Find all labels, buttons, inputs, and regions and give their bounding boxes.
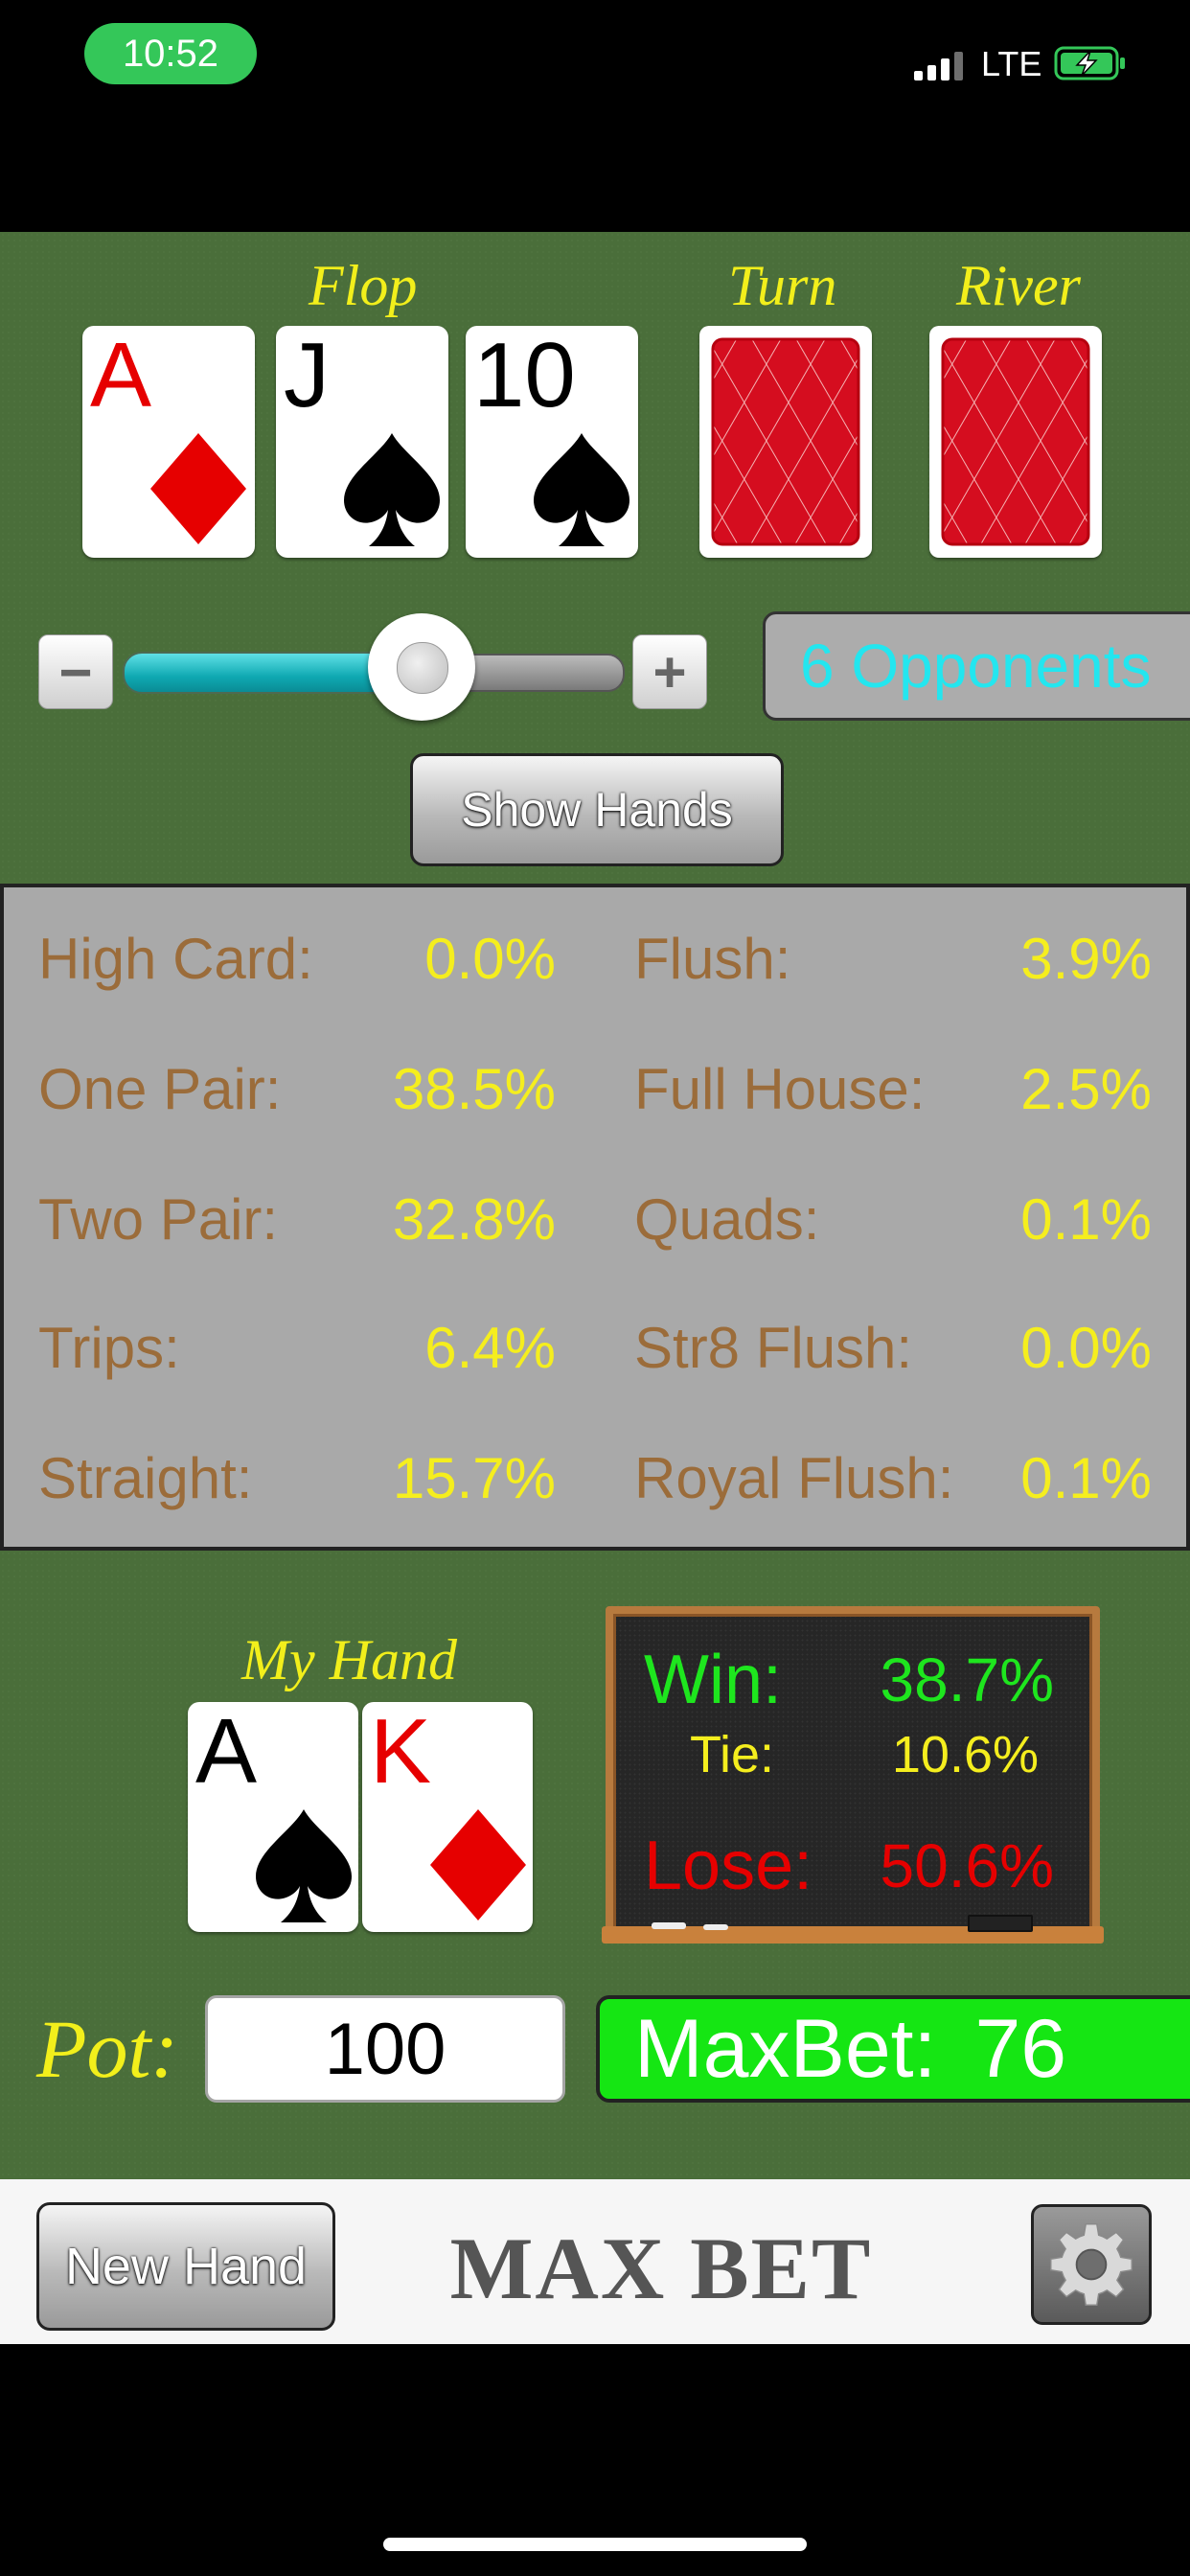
gear-icon [1050, 2223, 1133, 2306]
win-value: 38.7% [880, 1645, 1054, 1714]
my-card-2[interactable]: K [362, 1702, 533, 1932]
diamond-suit-icon [150, 433, 246, 544]
stat-label-straight-flush: Str8 Flush: [634, 1316, 913, 1380]
stat-value-high-card: 0.0% [424, 927, 556, 991]
maxbet-label: MaxBet: [634, 2002, 937, 2095]
stat-label-royal-flush: Royal Flush: [634, 1446, 954, 1510]
stat-value-royal-flush: 0.1% [1020, 1446, 1152, 1510]
stat-value-two-pair: 32.8% [392, 1187, 556, 1252]
stat-label-full-house: Full House: [634, 1057, 926, 1121]
stat-value-flush: 3.9% [1020, 927, 1152, 991]
show-hands-button[interactable]: Show Hands [410, 753, 784, 866]
opponents-slider-thumb[interactable] [368, 613, 475, 721]
diamond-suit-icon [430, 1809, 526, 1920]
stat-label-trips: Trips: [38, 1316, 180, 1380]
stat-value-full-house: 2.5% [1020, 1057, 1152, 1121]
card-rank: K [370, 1700, 432, 1803]
spade-suit-icon [534, 433, 629, 546]
home-indicator[interactable] [383, 2538, 807, 2551]
flop-card-1[interactable]: A [82, 326, 255, 558]
tie-label: Tie: [690, 1726, 775, 1783]
my-card-1[interactable]: A [188, 1702, 358, 1932]
settings-button[interactable] [1031, 2204, 1152, 2325]
lose-value: 50.6% [880, 1831, 1054, 1900]
stat-value-one-pair: 38.5% [392, 1057, 556, 1121]
pot-label: Pot: [36, 2003, 179, 2095]
stat-value-trips: 6.4% [424, 1316, 556, 1380]
tie-value: 10.6% [891, 1726, 1039, 1783]
card-back-pattern-icon [711, 337, 860, 546]
stat-value-quads: 0.1% [1020, 1187, 1152, 1252]
spade-suit-icon [256, 1809, 352, 1922]
flop-label: Flop [309, 254, 418, 317]
opponents-count-display: 6 Opponents [763, 611, 1190, 721]
flop-card-2[interactable]: J [276, 326, 448, 558]
spade-suit-icon [344, 433, 440, 546]
status-time: 10:52 [84, 23, 257, 84]
river-label: River [956, 254, 1081, 317]
new-hand-button[interactable]: New Hand [36, 2202, 335, 2331]
maxbet-value: 76 [974, 2002, 1067, 2095]
stat-label-high-card: High Card: [38, 927, 313, 991]
river-card[interactable] [929, 326, 1102, 558]
decrease-opponents-button[interactable]: − [38, 634, 113, 709]
stat-label-one-pair: One Pair: [38, 1057, 282, 1121]
stat-label-straight: Straight: [38, 1446, 253, 1510]
card-back-pattern-icon [941, 337, 1090, 546]
increase-opponents-button[interactable]: + [632, 634, 707, 709]
battery-charging-icon [1054, 46, 1125, 80]
card-rank: A [90, 324, 152, 426]
slider-thumb-knob [397, 642, 448, 694]
my-hand-label: My Hand [241, 1628, 457, 1691]
stat-label-flush: Flush: [634, 927, 791, 991]
app-brand-title: MAX BET [449, 2220, 873, 2317]
stat-value-straight: 15.7% [392, 1446, 556, 1510]
turn-label: Turn [728, 254, 837, 317]
stat-value-straight-flush: 0.0% [1020, 1316, 1152, 1380]
win-label: Win: [644, 1642, 782, 1718]
pot-input[interactable]: 100 [205, 1995, 565, 2103]
flop-card-3[interactable]: 10 [466, 326, 638, 558]
turn-card[interactable] [699, 326, 872, 558]
eraser-icon [968, 1915, 1033, 1932]
card-rank: J [284, 324, 330, 426]
stat-label-two-pair: Two Pair: [38, 1187, 279, 1252]
chalk-piece-icon [652, 1922, 686, 1929]
card-rank: 10 [473, 324, 576, 426]
maxbet-display: MaxBet: 76 [596, 1995, 1190, 2103]
card-rank: A [195, 1700, 258, 1803]
network-type: LTE [981, 44, 1042, 83]
chalk-piece-icon [703, 1924, 728, 1930]
cellular-signal-icon [914, 52, 963, 80]
lose-label: Lose: [644, 1828, 813, 1904]
stat-label-quads: Quads: [634, 1187, 820, 1252]
